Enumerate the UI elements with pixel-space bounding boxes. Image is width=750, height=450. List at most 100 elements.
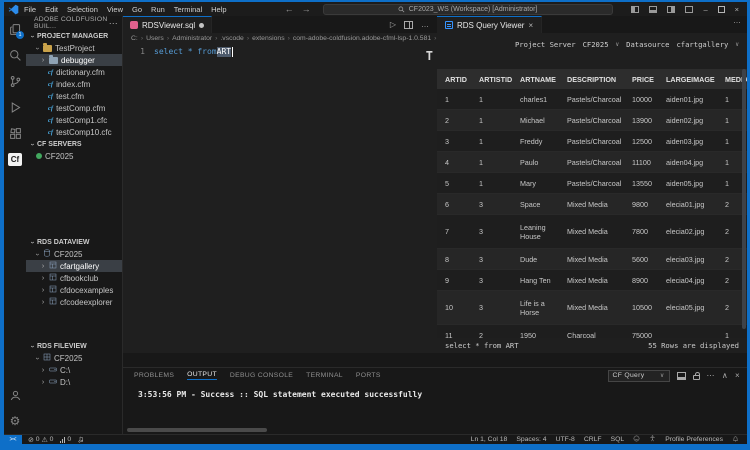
panel-more-actions-icon[interactable]: … (733, 16, 747, 33)
toggle-sidebar-icon[interactable] (631, 5, 640, 13)
eol-sequence[interactable]: CRLF (584, 436, 602, 443)
split-editor-icon[interactable] (404, 20, 413, 29)
close-tab-icon[interactable]: × (528, 21, 533, 30)
tab-rdsviewer-sql[interactable]: RDSViewer.sql (123, 16, 213, 33)
close-button[interactable]: × (735, 5, 739, 14)
tree-item-file[interactable]: cf index.cfm (26, 78, 122, 90)
table-row[interactable]: 6 3 Space Mixed Media 9800 elecia01.jpg … (437, 194, 747, 215)
tree-item-file[interactable]: cf testComp10.cfc (26, 126, 122, 138)
vertical-scrollbar[interactable] (742, 69, 746, 329)
table-row[interactable]: 7 3 Leaning House Mixed Media 7800 eleci… (437, 215, 747, 249)
menu-file[interactable]: File (24, 5, 36, 14)
chevron-down-icon[interactable]: ∨ (616, 41, 620, 48)
tree-item-dataview-server[interactable]: › CF2025 (26, 248, 122, 260)
search-view-icon[interactable] (4, 42, 26, 68)
run-query-icon[interactable]: ▷ (390, 20, 396, 29)
ports-indicator[interactable]: 0 (60, 436, 71, 443)
forward-arrow-icon[interactable]: → (302, 4, 311, 14)
table-row[interactable]: 8 3 Dude Mixed Media 5600 elecia03.jpg 2 (437, 249, 747, 270)
run-debug-icon[interactable] (4, 94, 26, 120)
tree-item-file[interactable]: cf test.cfm (26, 90, 122, 102)
language-mode[interactable]: SQL (611, 436, 625, 443)
tree-item-cfdocexamples[interactable]: › cfdocexamples (26, 284, 122, 296)
tree-item-cfartgallery[interactable]: › cfartgallery (26, 260, 122, 272)
source-control-icon[interactable] (4, 68, 26, 94)
extensions-icon[interactable] (4, 120, 26, 146)
column-header[interactable]: ARTNAME (512, 75, 559, 84)
lock-scroll-icon[interactable] (692, 371, 700, 380)
menu-selection[interactable]: Selection (67, 5, 98, 14)
tab-problems[interactable]: PROBLEMS (134, 372, 174, 379)
table-row[interactable]: 9 3 Hang Ten Mixed Media 8900 elecia04.j… (437, 270, 747, 291)
tree-item-file[interactable]: cf testComp1.cfc (26, 114, 122, 126)
tab-output[interactable]: OUTPUT (187, 371, 217, 380)
tree-item-testproject[interactable]: › TestProject (26, 42, 122, 54)
breadcrumb[interactable]: C: › Users › Administrator › .vscode › exten… (123, 33, 437, 43)
section-project-manager[interactable]: › PROJECT MANAGER (26, 30, 122, 42)
tree-item-cfbookclub[interactable]: › cfbookclub (26, 272, 122, 284)
section-rds-dataview[interactable]: › RDS DATAVIEW (26, 236, 122, 248)
profile-preferences[interactable]: Profile Preferences (665, 436, 723, 443)
editor-more-actions-icon[interactable]: … (421, 20, 429, 29)
menu-edit[interactable]: Edit (45, 5, 58, 14)
close-panel-icon[interactable]: × (735, 371, 740, 380)
chevron-down-icon[interactable]: ∨ (735, 41, 739, 48)
column-header[interactable]: DESCRIPTION (559, 75, 624, 84)
tree-item-fileview-server[interactable]: › CF2025 (26, 352, 122, 364)
accessibility-icon[interactable] (649, 435, 656, 444)
explorer-icon[interactable]: 1 (4, 16, 26, 42)
menu-view[interactable]: View (107, 5, 123, 14)
errors-warnings[interactable]: ⊘ 0 ⚠ 0 (28, 436, 53, 444)
table-row[interactable]: 1 1 charles1 Pastels/Charcoal 10000 aide… (437, 89, 747, 110)
tab-terminal[interactable]: TERMINAL (306, 372, 343, 379)
tree-item-file[interactable]: cf testComp.cfm (26, 102, 122, 114)
account-icon[interactable] (4, 382, 26, 408)
output-channel-select[interactable]: CF Query ∨ (607, 369, 670, 382)
section-rds-fileview[interactable]: › RDS FILEVIEW (26, 340, 122, 352)
column-header[interactable]: PRICE (624, 75, 658, 84)
tab-debug-console[interactable]: DEBUG CONSOLE (230, 372, 293, 379)
tree-item-cf-server[interactable]: CF2025 (26, 150, 122, 162)
tree-item-drive-c[interactable]: › C:\ (26, 364, 122, 376)
table-row[interactable]: 11 2 1950 Charcoal 75000 1 (437, 325, 747, 338)
menu-terminal[interactable]: Terminal (174, 5, 202, 14)
back-arrow-icon[interactable]: ← (285, 4, 294, 14)
table-row[interactable]: 4 1 Paulo Pastels/Charcoal 11100 aiden04… (437, 152, 747, 173)
maximize-panel-icon[interactable]: ∧ (722, 371, 728, 380)
tree-item-debugger[interactable]: › debugger (26, 54, 122, 66)
customize-layout-icon[interactable] (685, 5, 694, 13)
indentation[interactable]: Spaces: 4 (516, 436, 546, 443)
datasource-select[interactable]: cfartgallery (676, 40, 728, 49)
section-cf-servers[interactable]: › CF SERVERS (26, 138, 122, 150)
remote-indicator[interactable]: >< (4, 435, 22, 444)
command-center-search[interactable]: CF2023_WS (Workspace) [Administrator] (322, 3, 613, 15)
toggle-secondary-sidebar-icon[interactable] (667, 5, 676, 13)
code-editor[interactable]: 1 select * from ART T (123, 47, 437, 353)
panel-more-icon[interactable]: ⋯ (707, 371, 715, 380)
panel-horizontal-scrollbar[interactable] (127, 428, 267, 432)
cursor-position[interactable]: Ln 1, Col 18 (471, 436, 508, 443)
music-indicator[interactable] (78, 436, 84, 443)
menu-run[interactable]: Run (151, 5, 165, 14)
table-row[interactable]: 10 3 Life is a Horse Mixed Media 10500 e… (437, 291, 747, 325)
menu-go[interactable]: Go (132, 5, 142, 14)
table-row[interactable]: 2 1 Michael Pastels/Charcoal 13900 aiden… (437, 110, 747, 131)
minimize-button[interactable]: – (703, 5, 707, 14)
tree-item-drive-d[interactable]: › D:\ (26, 376, 122, 388)
tab-rds-query-viewer[interactable]: RDS Query Viewer × (437, 16, 543, 33)
feedback-icon[interactable] (633, 435, 640, 444)
encoding[interactable]: UTF-8 (556, 436, 575, 443)
tree-item-cfcodeexplorer[interactable]: › cfcodeexplorer (26, 296, 122, 308)
toggle-panel-icon[interactable] (649, 5, 658, 13)
menu-help[interactable]: Help (211, 5, 226, 14)
notifications-bell-icon[interactable] (732, 435, 739, 444)
maximize-button[interactable] (717, 5, 725, 13)
tab-ports[interactable]: PORTS (356, 372, 381, 379)
sidebar-more-icon[interactable]: ⋯ (109, 18, 118, 29)
column-header[interactable]: ARTID (437, 75, 471, 84)
settings-gear-icon[interactable]: ⚙ (4, 408, 26, 434)
column-header[interactable]: ARTISTID (471, 75, 512, 84)
project-server-select[interactable]: CF2025 (583, 40, 609, 49)
coldfusion-extension-icon[interactable]: Cf (4, 146, 26, 172)
clear-output-icon[interactable] (676, 371, 686, 380)
